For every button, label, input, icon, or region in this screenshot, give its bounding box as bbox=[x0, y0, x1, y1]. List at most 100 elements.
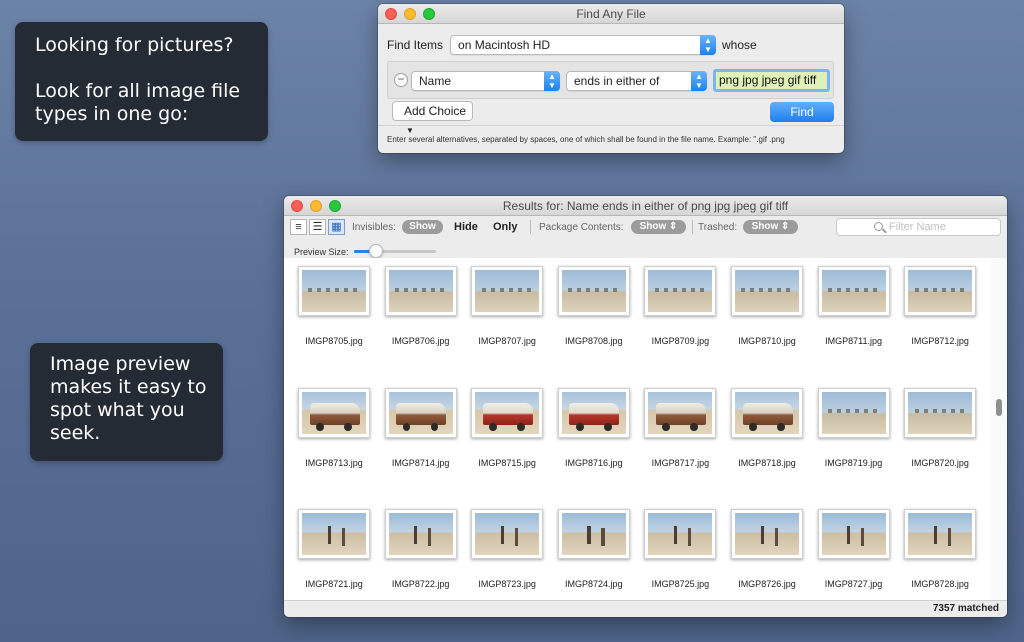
file-thumbnail[interactable] bbox=[817, 266, 890, 316]
toolbar-divider bbox=[530, 220, 531, 234]
minimize-button[interactable] bbox=[310, 200, 322, 212]
icon-view-icon[interactable]: ▦ bbox=[328, 219, 345, 235]
file-thumbnail[interactable] bbox=[557, 266, 630, 316]
invisibles-show-toggle[interactable]: Show bbox=[402, 220, 443, 234]
file-thumbnail[interactable] bbox=[557, 509, 630, 559]
whose-label: whose bbox=[722, 38, 757, 52]
zoom-button[interactable] bbox=[329, 200, 341, 212]
divider bbox=[378, 125, 844, 126]
file-thumbnail[interactable] bbox=[471, 509, 544, 559]
file-item[interactable]: IMGP8711.jpg bbox=[814, 263, 901, 385]
preview-size-slider[interactable] bbox=[354, 244, 436, 258]
file-item[interactable]: IMGP8708.jpg bbox=[554, 263, 641, 385]
outline-view-icon[interactable]: ☰ bbox=[309, 219, 326, 235]
file-item[interactable]: IMGP8715.jpg bbox=[467, 385, 554, 507]
file-item[interactable]: IMGP8714.jpg bbox=[381, 385, 468, 507]
file-item[interactable]: IMGP8713.jpg bbox=[294, 385, 381, 507]
file-item[interactable]: IMGP8727.jpg bbox=[814, 506, 901, 600]
file-thumbnail[interactable] bbox=[471, 387, 544, 438]
file-thumbnail[interactable] bbox=[904, 266, 977, 316]
popup-arrows-icon: ▲ ▼ bbox=[691, 71, 707, 91]
results-grid-area: IMGP8705.jpg IMGP8706.jpg IMGP8707.jpg IMGP… bbox=[284, 258, 991, 600]
file-thumbnail[interactable] bbox=[904, 509, 977, 559]
file-item[interactable]: IMGP8709.jpg bbox=[640, 263, 727, 385]
file-name: IMGP8706.jpg bbox=[391, 336, 450, 346]
remove-criterion-button[interactable]: − bbox=[394, 73, 408, 87]
invisibles-label: Invisibles: bbox=[352, 222, 396, 233]
criteria-value-input[interactable]: png jpg jpeg gif tiff bbox=[713, 69, 830, 92]
file-item[interactable]: IMGP8728.jpg bbox=[900, 506, 987, 600]
file-thumbnail[interactable] bbox=[384, 387, 457, 438]
file-thumbnail[interactable] bbox=[298, 266, 370, 316]
file-item[interactable]: IMGP8721.jpg bbox=[294, 506, 381, 600]
file-name: IMGP8724.jpg bbox=[565, 579, 623, 589]
file-item[interactable]: IMGP8707.jpg bbox=[467, 263, 554, 385]
file-item[interactable]: IMGP8712.jpg bbox=[900, 263, 987, 385]
file-thumbnail[interactable] bbox=[817, 387, 890, 438]
file-name: IMGP8708.jpg bbox=[565, 336, 623, 346]
attribute-popup[interactable]: Name ▲ ▼ bbox=[411, 71, 560, 91]
criteria-row: − Name ▲ ▼ ends in either of ▲ ▼ png jpg j… bbox=[387, 61, 834, 99]
find-window-titlebar: Find Any File bbox=[378, 4, 844, 24]
results-window-titlebar: Results for: Name ends in either of png … bbox=[284, 196, 1007, 216]
zoom-button[interactable] bbox=[423, 8, 435, 20]
trashed-popup[interactable]: Show ⇕ bbox=[743, 220, 798, 234]
file-item[interactable]: IMGP8706.jpg bbox=[381, 263, 468, 385]
preview-size-label: Preview Size: bbox=[294, 247, 349, 257]
file-item[interactable]: IMGP8724.jpg bbox=[554, 506, 641, 600]
file-thumbnail[interactable] bbox=[471, 266, 544, 316]
file-item[interactable]: IMGP8716.jpg bbox=[554, 385, 641, 507]
file-thumbnail[interactable] bbox=[644, 266, 717, 316]
file-thumbnail[interactable] bbox=[730, 509, 803, 559]
scroll-thumb[interactable] bbox=[996, 399, 1002, 416]
invisibles-only-option[interactable]: Only bbox=[493, 221, 517, 233]
file-thumbnail[interactable] bbox=[384, 266, 457, 316]
thumbnail-image bbox=[388, 270, 453, 312]
list-view-icon[interactable]: ≡ bbox=[290, 219, 307, 235]
find-window: Find Any File Find Items on Macintosh HD… bbox=[378, 4, 844, 153]
close-button[interactable] bbox=[291, 200, 303, 212]
file-item[interactable]: IMGP8723.jpg bbox=[467, 506, 554, 600]
file-thumbnail[interactable] bbox=[904, 387, 977, 438]
invisibles-hide-option[interactable]: Hide bbox=[454, 221, 478, 233]
callout-text: Looking for pictures? Look for all image… bbox=[35, 34, 241, 125]
thumbnail-image bbox=[821, 391, 886, 434]
file-item[interactable]: IMGP8720.jpg bbox=[900, 385, 987, 507]
file-item[interactable]: IMGP8725.jpg bbox=[640, 506, 727, 600]
package-contents-value: Show bbox=[639, 221, 667, 232]
location-popup[interactable]: on Macintosh HD ▲ ▼ bbox=[450, 35, 717, 55]
filter-name-input[interactable]: Filter Name bbox=[836, 218, 1001, 236]
thumbnail-image bbox=[648, 513, 713, 555]
thumbnail-image bbox=[648, 391, 713, 434]
find-button[interactable]: Find bbox=[770, 102, 834, 122]
close-button[interactable] bbox=[385, 8, 397, 20]
file-thumbnail[interactable] bbox=[298, 509, 370, 559]
file-item[interactable]: IMGP8705.jpg bbox=[294, 263, 381, 385]
file-item[interactable]: IMGP8717.jpg bbox=[640, 385, 727, 507]
file-thumbnail[interactable] bbox=[384, 509, 457, 559]
file-thumbnail[interactable] bbox=[730, 266, 803, 316]
file-thumbnail[interactable] bbox=[644, 509, 717, 559]
file-thumbnail[interactable] bbox=[644, 387, 717, 438]
file-thumbnail[interactable] bbox=[298, 387, 370, 438]
file-thumbnail[interactable] bbox=[730, 387, 803, 438]
file-thumbnail[interactable] bbox=[557, 387, 630, 438]
file-item[interactable]: IMGP8710.jpg bbox=[727, 263, 814, 385]
add-choice-button[interactable]: Add Choice ▼ bbox=[392, 101, 473, 135]
file-item[interactable]: IMGP8719.jpg bbox=[814, 385, 901, 507]
package-contents-label: Package Contents: bbox=[539, 222, 624, 233]
thumbnail-image bbox=[648, 270, 713, 312]
file-name: IMGP8727.jpg bbox=[824, 579, 883, 589]
file-item[interactable]: IMGP8718.jpg bbox=[727, 385, 814, 507]
thumbnail-image bbox=[561, 513, 626, 555]
thumbnail-image bbox=[388, 391, 453, 434]
file-item[interactable]: IMGP8722.jpg bbox=[381, 506, 468, 600]
minimize-button[interactable] bbox=[404, 8, 416, 20]
package-contents-popup[interactable]: Show ⇕ bbox=[631, 220, 686, 234]
file-item[interactable]: IMGP8726.jpg bbox=[727, 506, 814, 600]
operator-popup[interactable]: ends in either of ▲ ▼ bbox=[566, 71, 707, 91]
thumbnail-image bbox=[734, 391, 799, 434]
find-items-row: Find Items on Macintosh HD ▲ ▼ whose bbox=[387, 35, 757, 55]
file-thumbnail[interactable] bbox=[817, 509, 890, 559]
vertical-scrollbar[interactable] bbox=[991, 258, 1007, 600]
